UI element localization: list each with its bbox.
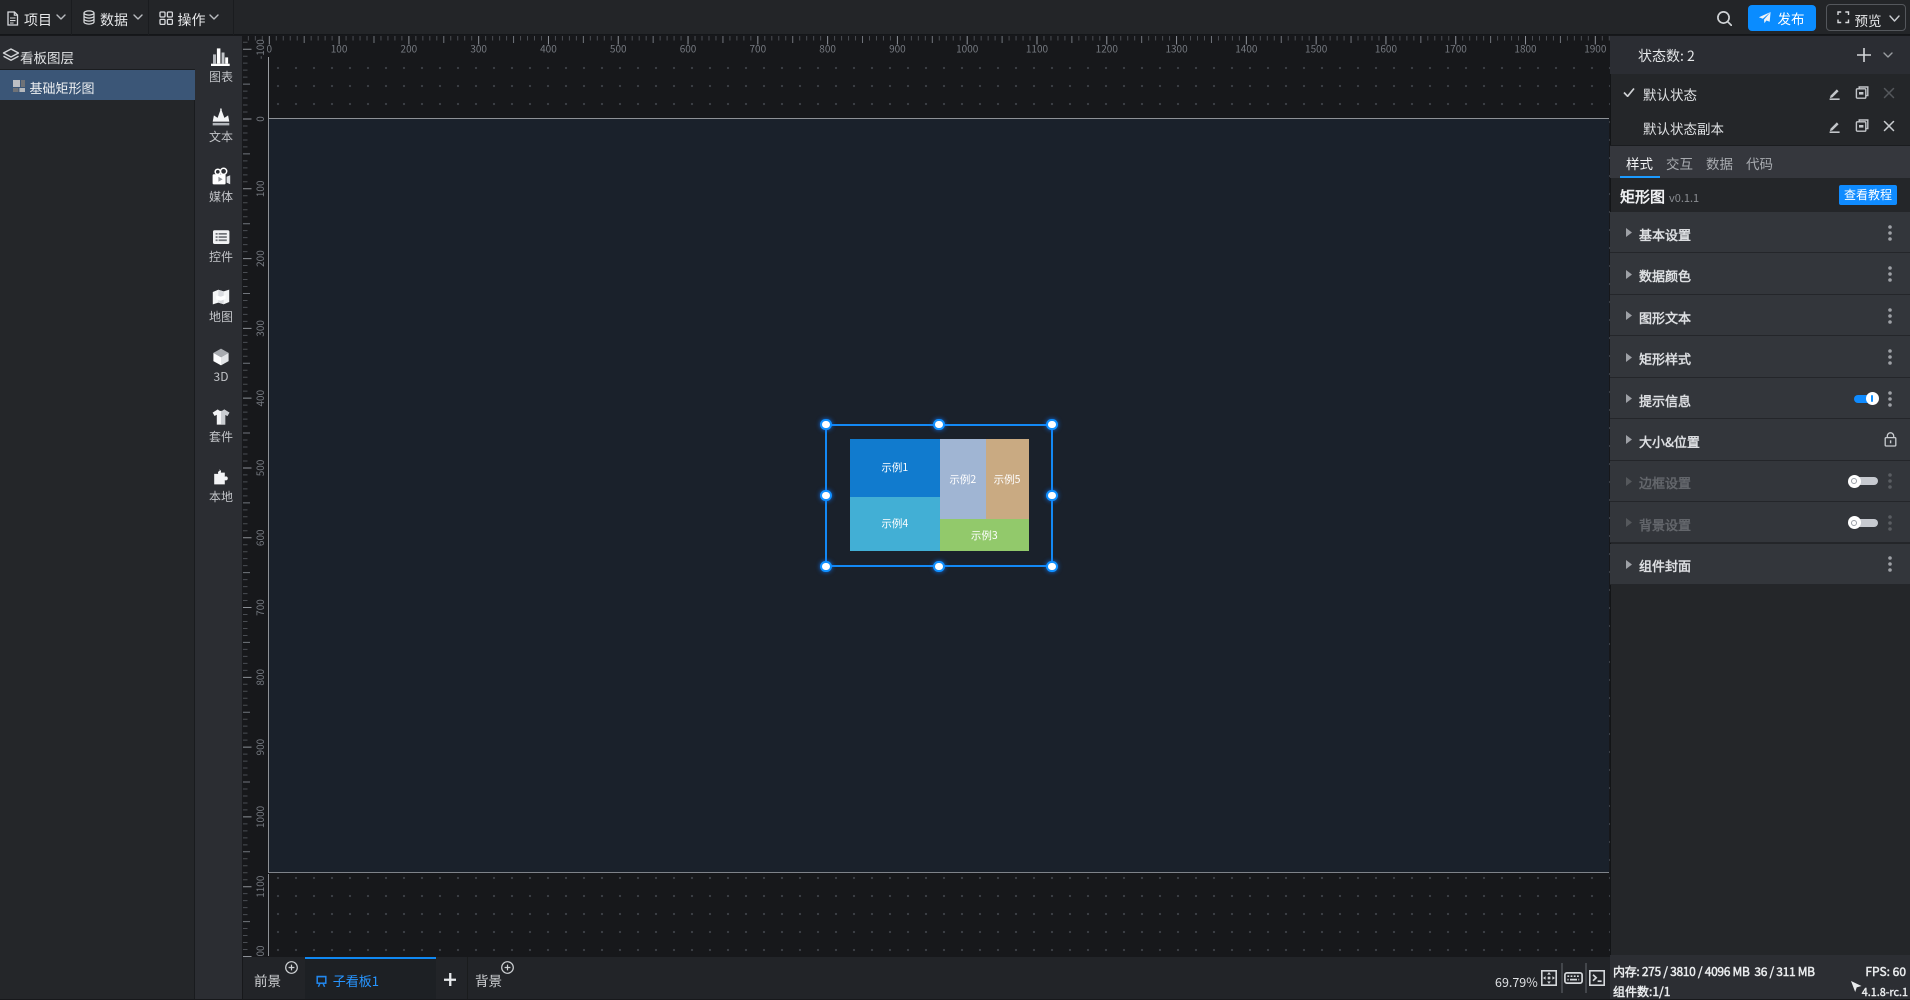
svg-text:400: 400 (252, 389, 267, 406)
svg-text:0: 0 (252, 116, 267, 122)
svg-text:1700: 1700 (1445, 41, 1468, 56)
svg-text:1600: 1600 (1375, 41, 1398, 56)
svg-text:500: 500 (610, 41, 627, 56)
svg-text:1500: 1500 (1305, 41, 1328, 56)
svg-text:1800: 1800 (1514, 41, 1537, 56)
svg-text:900: 900 (252, 738, 267, 755)
svg-text:900: 900 (889, 41, 906, 56)
svg-text:300: 300 (252, 320, 267, 337)
svg-text:-100: -100 (252, 39, 267, 60)
svg-text:1400: 1400 (1235, 41, 1258, 56)
svg-text:200: 200 (401, 41, 418, 56)
svg-text:100: 100 (331, 41, 348, 56)
svg-text:1000: 1000 (956, 41, 979, 56)
svg-text:600: 600 (252, 529, 267, 546)
svg-text:700: 700 (750, 41, 767, 56)
svg-text:300: 300 (470, 41, 487, 56)
svg-text:1100: 1100 (1026, 41, 1049, 56)
svg-text:1100: 1100 (252, 875, 267, 898)
svg-text:600: 600 (680, 41, 697, 56)
svg-text:500: 500 (252, 459, 267, 476)
svg-text:800: 800 (252, 669, 267, 686)
svg-text:1300: 1300 (1165, 41, 1188, 56)
svg-text:1000: 1000 (252, 805, 267, 828)
svg-text:400: 400 (540, 41, 557, 56)
svg-text:800: 800 (819, 41, 836, 56)
svg-text:200: 200 (252, 250, 267, 267)
svg-text:1900: 1900 (1584, 41, 1607, 56)
svg-text:700: 700 (252, 599, 267, 616)
svg-text:1200: 1200 (1096, 41, 1119, 56)
svg-text:100: 100 (252, 180, 267, 197)
